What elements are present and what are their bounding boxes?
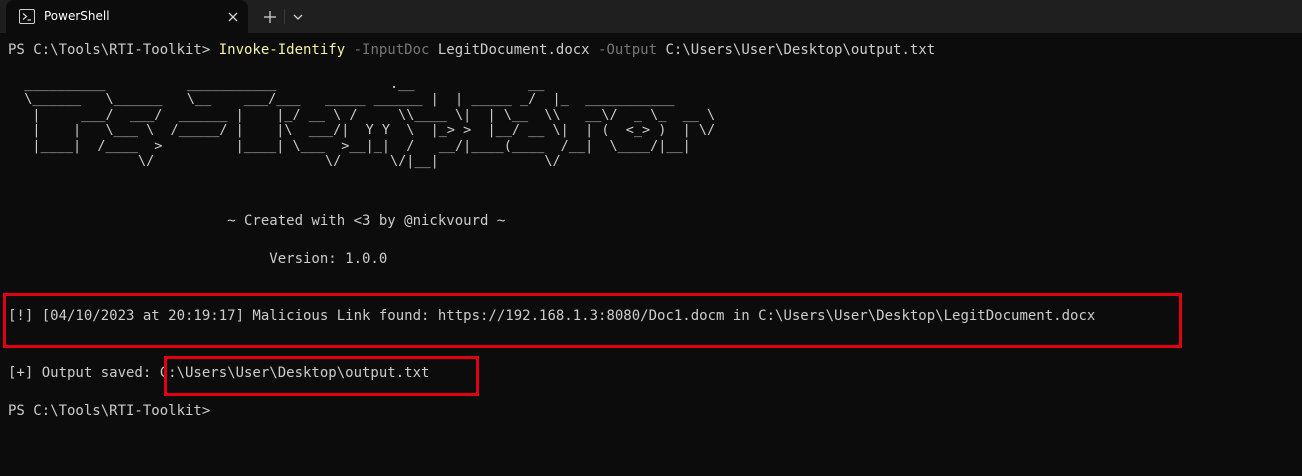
credit-line: ~ Created with <3 by @nickvourd ~	[8, 213, 506, 229]
version-line: Version: 1.0.0	[8, 251, 388, 267]
terminal-output[interactable]: PS C:\Tools\RTI-Toolkit> Invoke-Identify…	[8, 33, 1298, 473]
plus-icon[interactable]	[259, 6, 281, 28]
prompt-line: PS C:\Tools\RTI-Toolkit>	[8, 403, 211, 419]
output-path-highlight-box	[164, 356, 479, 396]
arg-inputdoc: LegitDocument.docx	[429, 42, 590, 58]
terminal-window: PowerShell PS C:\Tools\RTI-Toolkit> Invo…	[0, 0, 1302, 476]
powershell-icon	[19, 9, 35, 24]
close-icon[interactable]	[224, 8, 242, 26]
command-name: Invoke-Identify	[218, 42, 346, 58]
chevron-down-icon[interactable]	[289, 8, 307, 26]
arg-output: C:\Users\User\Desktop\output.txt	[657, 42, 936, 58]
command-line: PS C:\Tools\RTI-Toolkit> Invoke-Identify…	[8, 41, 935, 59]
param-output: -Output	[589, 42, 658, 58]
ascii-art-banner: __________ ___________ .__ __ \______ \_…	[24, 76, 716, 170]
alert-highlight-box	[3, 293, 1182, 348]
tab-separator	[284, 9, 285, 24]
tab-title: PowerShell	[44, 9, 110, 23]
prompt: PS C:\Tools\RTI-Toolkit>	[8, 42, 219, 58]
param-inputdoc: -InputDoc	[345, 42, 430, 58]
tab-bar: PowerShell	[0, 0, 1302, 33]
output-prefix: [+] Output saved:	[8, 365, 160, 381]
tab-powershell[interactable]: PowerShell	[6, 0, 248, 33]
